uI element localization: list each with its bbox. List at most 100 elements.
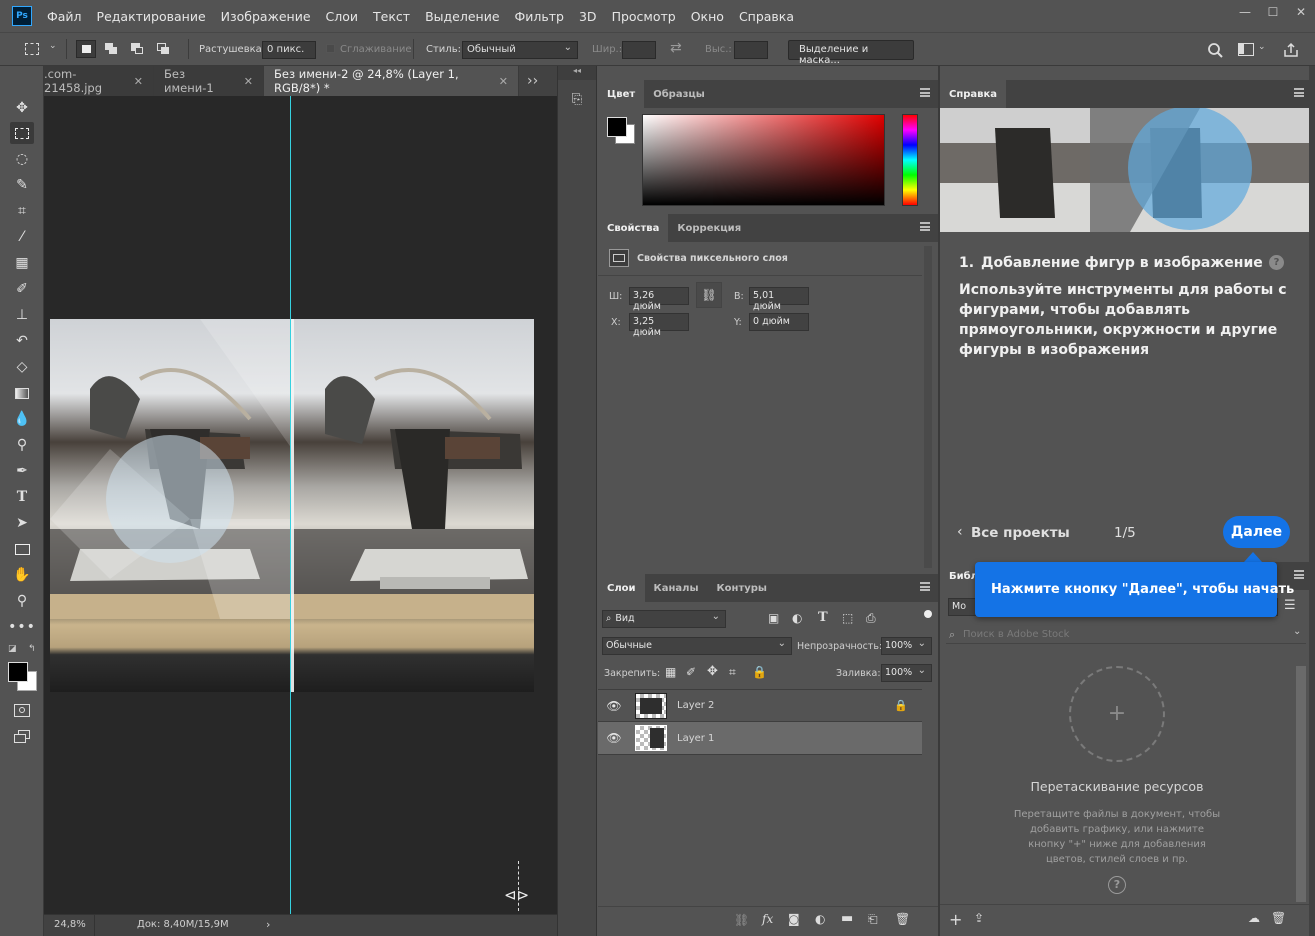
canvas-area[interactable]: ⊲⊳: [44, 96, 557, 914]
adjustment-layer-icon[interactable]: ◐: [815, 912, 825, 926]
swap-icon[interactable]: ⇄: [670, 40, 682, 56]
close-icon[interactable]: ✕: [244, 75, 253, 88]
close-icon[interactable]: ✕: [499, 75, 508, 88]
tab-color[interactable]: Цвет: [598, 80, 645, 108]
height-input[interactable]: 5,01 дюйм: [749, 287, 809, 312]
menu-file[interactable]: Файл: [47, 9, 82, 24]
blur-tool[interactable]: 💧: [10, 408, 34, 430]
foreground-color-swatch[interactable]: [607, 117, 627, 137]
swap-colors-icon[interactable]: ↰: [28, 644, 36, 654]
new-selection-button[interactable]: [76, 40, 96, 58]
search-icon[interactable]: [1207, 42, 1223, 58]
add-asset-drop-zone[interactable]: +: [1069, 666, 1165, 762]
tabs-overflow-icon[interactable]: ››: [527, 73, 538, 89]
eraser-tool[interactable]: ◇: [10, 356, 34, 378]
new-layer-icon[interactable]: ⎗: [868, 912, 878, 927]
gradient-tool[interactable]: [10, 382, 34, 404]
panel-divider[interactable]: [938, 66, 940, 936]
add-selection-button[interactable]: [101, 40, 121, 58]
filter-pixel-icon[interactable]: ▣: [768, 611, 779, 625]
eyedropper-tool[interactable]: ⁄: [10, 226, 34, 248]
tab-document-3[interactable]: Без имени-2 @ 24,8% (Layer 1, RGB/8*) * ✕: [264, 66, 519, 96]
history-panel-icon[interactable]: ⎘: [566, 92, 588, 114]
tab-channels[interactable]: Каналы: [645, 574, 708, 602]
width-input[interactable]: 3,26 дюйм: [629, 287, 689, 312]
document-canvas[interactable]: [50, 319, 534, 692]
delete-icon[interactable]: 🗑: [1271, 911, 1286, 925]
chevron-down-icon[interactable]: ⌄: [1293, 626, 1301, 637]
marquee-preset-picker[interactable]: ⌄: [22, 40, 57, 58]
dodge-tool[interactable]: ⚲: [10, 434, 34, 456]
link-layers-icon[interactable]: ⛓: [734, 913, 749, 927]
lock-transparency-icon[interactable]: ▦: [665, 665, 676, 679]
intersect-selection-button[interactable]: [153, 40, 173, 58]
menu-help[interactable]: Справка: [739, 9, 794, 24]
filter-type-icon[interactable]: T: [818, 610, 828, 625]
crop-tool[interactable]: ⌗: [10, 200, 34, 222]
tab-adjustments[interactable]: Коррекция: [668, 214, 750, 242]
scrollbar[interactable]: [1296, 666, 1306, 902]
close-button[interactable]: ✕: [1287, 0, 1315, 24]
zoom-tool[interactable]: ⚲: [10, 590, 34, 612]
help-icon[interactable]: ?: [1108, 876, 1126, 894]
share-icon[interactable]: [1283, 42, 1299, 58]
visibility-eye-icon[interactable]: 👁: [601, 699, 627, 713]
style-select[interactable]: Обычный: [462, 41, 578, 59]
healing-brush-tool[interactable]: ▦: [10, 252, 34, 274]
guide-line[interactable]: [290, 96, 291, 914]
tab-help[interactable]: Справка: [940, 80, 1007, 108]
y-input[interactable]: 0 дюйм: [749, 313, 809, 331]
workspace-icon[interactable]: [1238, 43, 1254, 56]
quick-select-tool[interactable]: ✎: [10, 174, 34, 196]
menu-filter[interactable]: Фильтр: [515, 9, 564, 24]
chevron-down-icon[interactable]: ⌄: [1258, 42, 1266, 52]
lock-artboard-icon[interactable]: ⌗: [729, 665, 736, 680]
pen-tool[interactable]: ✒: [10, 460, 34, 482]
x-input[interactable]: 3,25 дюйм: [629, 313, 689, 338]
lock-pixels-icon[interactable]: ✐: [686, 665, 696, 679]
chevron-left-icon[interactable]: ‹: [957, 524, 963, 540]
antialias-checkbox[interactable]: [326, 44, 335, 53]
default-colors-icon[interactable]: ◪: [8, 644, 17, 654]
visibility-eye-icon[interactable]: 👁: [601, 731, 627, 745]
layer-name[interactable]: Layer 2: [677, 700, 714, 711]
menu-layers[interactable]: Слои: [326, 9, 359, 24]
select-and-mask-button[interactable]: Выделение и маска...: [788, 40, 914, 66]
type-tool[interactable]: T: [10, 486, 34, 508]
next-button[interactable]: Далее: [1223, 516, 1290, 548]
subtract-selection-button[interactable]: [127, 40, 147, 58]
fill-input[interactable]: 100%: [881, 664, 932, 682]
height-input[interactable]: [734, 41, 768, 59]
more-tools-icon[interactable]: •••: [8, 616, 35, 638]
filter-shape-icon[interactable]: ⬚: [842, 611, 853, 625]
color-field[interactable]: [642, 114, 885, 206]
filter-smart-icon[interactable]: ⎙: [866, 611, 876, 626]
tab-properties[interactable]: Свойства: [598, 214, 669, 242]
feather-input[interactable]: 0 пикс.: [262, 41, 316, 59]
upload-icon[interactable]: ⇪: [974, 911, 984, 925]
link-dimensions-icon[interactable]: ⛓: [696, 282, 722, 308]
quick-mask-icon[interactable]: [14, 704, 30, 717]
lock-position-icon[interactable]: ✥: [707, 664, 718, 679]
brush-tool[interactable]: ✐: [10, 278, 34, 300]
menu-select[interactable]: Выделение: [425, 9, 499, 24]
stamp-tool[interactable]: ⊥: [10, 304, 34, 326]
list-view-icon[interactable]: ☰: [1284, 598, 1296, 613]
tab-paths[interactable]: Контуры: [708, 574, 776, 602]
lock-all-icon[interactable]: 🔒: [752, 665, 767, 679]
new-group-icon[interactable]: ▬: [841, 911, 853, 926]
filter-adjustment-icon[interactable]: ◐: [792, 611, 802, 625]
hue-slider[interactable]: [902, 114, 918, 206]
filter-toggle[interactable]: [924, 610, 932, 618]
path-select-tool[interactable]: ➤: [10, 512, 34, 534]
menu-image[interactable]: Изображение: [221, 9, 311, 24]
menu-view[interactable]: Просмотр: [612, 9, 676, 24]
add-icon[interactable]: +: [949, 910, 962, 929]
zoom-level[interactable]: 24,8%: [54, 919, 86, 930]
all-projects-link[interactable]: Все проекты: [971, 525, 1070, 541]
tab-document-1[interactable]: .com-21458.jpg ✕: [44, 66, 154, 96]
layer-row[interactable]: 👁 Layer 1: [598, 722, 922, 755]
tab-document-2[interactable]: Без имени-1 ✕: [154, 66, 264, 96]
creative-cloud-icon[interactable]: ☁: [1248, 911, 1260, 925]
screen-mode-icon[interactable]: [14, 730, 30, 743]
